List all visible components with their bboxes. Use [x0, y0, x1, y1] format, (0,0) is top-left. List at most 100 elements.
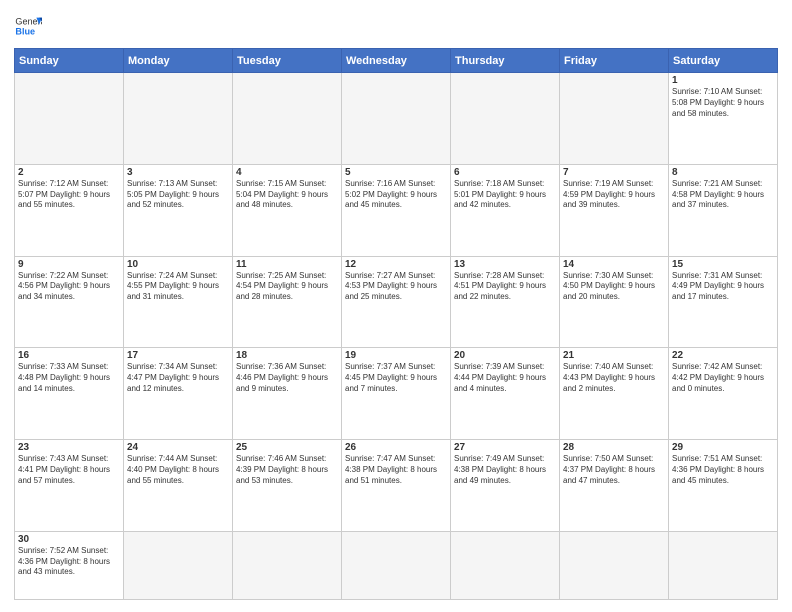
day-info: Sunrise: 7:31 AM Sunset: 4:49 PM Dayligh… [672, 271, 774, 303]
calendar-cell [124, 73, 233, 165]
calendar-cell [342, 73, 451, 165]
day-info: Sunrise: 7:43 AM Sunset: 4:41 PM Dayligh… [18, 454, 120, 486]
day-number: 28 [563, 442, 665, 453]
day-number: 11 [236, 259, 338, 270]
calendar-week-row: 9Sunrise: 7:22 AM Sunset: 4:56 PM Daylig… [15, 256, 778, 348]
calendar-cell: 2Sunrise: 7:12 AM Sunset: 5:07 PM Daylig… [15, 164, 124, 256]
day-number: 29 [672, 442, 774, 453]
day-info: Sunrise: 7:51 AM Sunset: 4:36 PM Dayligh… [672, 454, 774, 486]
day-info: Sunrise: 7:22 AM Sunset: 4:56 PM Dayligh… [18, 271, 120, 303]
calendar-cell: 5Sunrise: 7:16 AM Sunset: 5:02 PM Daylig… [342, 164, 451, 256]
day-number: 13 [454, 259, 556, 270]
calendar-cell: 21Sunrise: 7:40 AM Sunset: 4:43 PM Dayli… [560, 348, 669, 440]
day-header-saturday: Saturday [669, 49, 778, 73]
day-info: Sunrise: 7:39 AM Sunset: 4:44 PM Dayligh… [454, 362, 556, 394]
day-number: 20 [454, 350, 556, 361]
calendar-cell [451, 73, 560, 165]
day-info: Sunrise: 7:24 AM Sunset: 4:55 PM Dayligh… [127, 271, 229, 303]
day-info: Sunrise: 7:15 AM Sunset: 5:04 PM Dayligh… [236, 179, 338, 211]
svg-text:Blue: Blue [15, 26, 35, 36]
header: General Blue [14, 12, 778, 40]
day-info: Sunrise: 7:49 AM Sunset: 4:38 PM Dayligh… [454, 454, 556, 486]
calendar-cell: 11Sunrise: 7:25 AM Sunset: 4:54 PM Dayli… [233, 256, 342, 348]
calendar-week-row: 2Sunrise: 7:12 AM Sunset: 5:07 PM Daylig… [15, 164, 778, 256]
calendar-cell: 27Sunrise: 7:49 AM Sunset: 4:38 PM Dayli… [451, 440, 560, 532]
day-info: Sunrise: 7:10 AM Sunset: 5:08 PM Dayligh… [672, 87, 774, 119]
day-info: Sunrise: 7:30 AM Sunset: 4:50 PM Dayligh… [563, 271, 665, 303]
day-info: Sunrise: 7:46 AM Sunset: 4:39 PM Dayligh… [236, 454, 338, 486]
day-info: Sunrise: 7:40 AM Sunset: 4:43 PM Dayligh… [563, 362, 665, 394]
day-number: 24 [127, 442, 229, 453]
calendar-cell: 12Sunrise: 7:27 AM Sunset: 4:53 PM Dayli… [342, 256, 451, 348]
day-number: 18 [236, 350, 338, 361]
day-number: 12 [345, 259, 447, 270]
calendar-cell: 14Sunrise: 7:30 AM Sunset: 4:50 PM Dayli… [560, 256, 669, 348]
calendar-cell: 13Sunrise: 7:28 AM Sunset: 4:51 PM Dayli… [451, 256, 560, 348]
day-number: 7 [563, 167, 665, 178]
calendar-cell: 20Sunrise: 7:39 AM Sunset: 4:44 PM Dayli… [451, 348, 560, 440]
calendar-cell: 6Sunrise: 7:18 AM Sunset: 5:01 PM Daylig… [451, 164, 560, 256]
logo: General Blue [14, 12, 42, 40]
calendar-cell: 30Sunrise: 7:52 AM Sunset: 4:36 PM Dayli… [15, 531, 124, 599]
day-info: Sunrise: 7:18 AM Sunset: 5:01 PM Dayligh… [454, 179, 556, 211]
day-number: 14 [563, 259, 665, 270]
day-header-thursday: Thursday [451, 49, 560, 73]
day-info: Sunrise: 7:21 AM Sunset: 4:58 PM Dayligh… [672, 179, 774, 211]
calendar-cell: 10Sunrise: 7:24 AM Sunset: 4:55 PM Dayli… [124, 256, 233, 348]
day-info: Sunrise: 7:50 AM Sunset: 4:37 PM Dayligh… [563, 454, 665, 486]
day-number: 6 [454, 167, 556, 178]
day-info: Sunrise: 7:34 AM Sunset: 4:47 PM Dayligh… [127, 362, 229, 394]
day-info: Sunrise: 7:36 AM Sunset: 4:46 PM Dayligh… [236, 362, 338, 394]
day-header-monday: Monday [124, 49, 233, 73]
day-header-wednesday: Wednesday [342, 49, 451, 73]
day-info: Sunrise: 7:52 AM Sunset: 4:36 PM Dayligh… [18, 546, 120, 578]
calendar-cell: 8Sunrise: 7:21 AM Sunset: 4:58 PM Daylig… [669, 164, 778, 256]
calendar-cell [451, 531, 560, 599]
calendar-cell: 4Sunrise: 7:15 AM Sunset: 5:04 PM Daylig… [233, 164, 342, 256]
calendar-cell [560, 531, 669, 599]
calendar-cell [342, 531, 451, 599]
calendar-table: SundayMondayTuesdayWednesdayThursdayFrid… [14, 48, 778, 600]
day-number: 30 [18, 534, 120, 545]
day-info: Sunrise: 7:37 AM Sunset: 4:45 PM Dayligh… [345, 362, 447, 394]
day-number: 26 [345, 442, 447, 453]
calendar-week-row: 16Sunrise: 7:33 AM Sunset: 4:48 PM Dayli… [15, 348, 778, 440]
day-info: Sunrise: 7:25 AM Sunset: 4:54 PM Dayligh… [236, 271, 338, 303]
day-header-sunday: Sunday [15, 49, 124, 73]
day-info: Sunrise: 7:33 AM Sunset: 4:48 PM Dayligh… [18, 362, 120, 394]
day-number: 22 [672, 350, 774, 361]
day-number: 10 [127, 259, 229, 270]
calendar-cell: 15Sunrise: 7:31 AM Sunset: 4:49 PM Dayli… [669, 256, 778, 348]
day-header-tuesday: Tuesday [233, 49, 342, 73]
day-number: 4 [236, 167, 338, 178]
day-number: 3 [127, 167, 229, 178]
day-info: Sunrise: 7:28 AM Sunset: 4:51 PM Dayligh… [454, 271, 556, 303]
day-info: Sunrise: 7:12 AM Sunset: 5:07 PM Dayligh… [18, 179, 120, 211]
calendar-cell: 26Sunrise: 7:47 AM Sunset: 4:38 PM Dayli… [342, 440, 451, 532]
calendar-cell [233, 531, 342, 599]
calendar-cell: 23Sunrise: 7:43 AM Sunset: 4:41 PM Dayli… [15, 440, 124, 532]
day-number: 21 [563, 350, 665, 361]
day-number: 1 [672, 75, 774, 86]
page: General Blue SundayMondayTuesdayWednesda… [0, 0, 792, 612]
calendar-week-row: 23Sunrise: 7:43 AM Sunset: 4:41 PM Dayli… [15, 440, 778, 532]
day-header-friday: Friday [560, 49, 669, 73]
calendar-cell: 17Sunrise: 7:34 AM Sunset: 4:47 PM Dayli… [124, 348, 233, 440]
day-number: 5 [345, 167, 447, 178]
calendar-cell: 29Sunrise: 7:51 AM Sunset: 4:36 PM Dayli… [669, 440, 778, 532]
day-number: 27 [454, 442, 556, 453]
calendar-cell [15, 73, 124, 165]
calendar-cell [233, 73, 342, 165]
day-info: Sunrise: 7:42 AM Sunset: 4:42 PM Dayligh… [672, 362, 774, 394]
day-number: 17 [127, 350, 229, 361]
day-number: 15 [672, 259, 774, 270]
calendar-cell: 7Sunrise: 7:19 AM Sunset: 4:59 PM Daylig… [560, 164, 669, 256]
calendar-cell: 19Sunrise: 7:37 AM Sunset: 4:45 PM Dayli… [342, 348, 451, 440]
day-number: 19 [345, 350, 447, 361]
day-info: Sunrise: 7:47 AM Sunset: 4:38 PM Dayligh… [345, 454, 447, 486]
day-number: 16 [18, 350, 120, 361]
day-number: 9 [18, 259, 120, 270]
calendar-cell: 9Sunrise: 7:22 AM Sunset: 4:56 PM Daylig… [15, 256, 124, 348]
calendar-cell [124, 531, 233, 599]
calendar-cell: 1Sunrise: 7:10 AM Sunset: 5:08 PM Daylig… [669, 73, 778, 165]
